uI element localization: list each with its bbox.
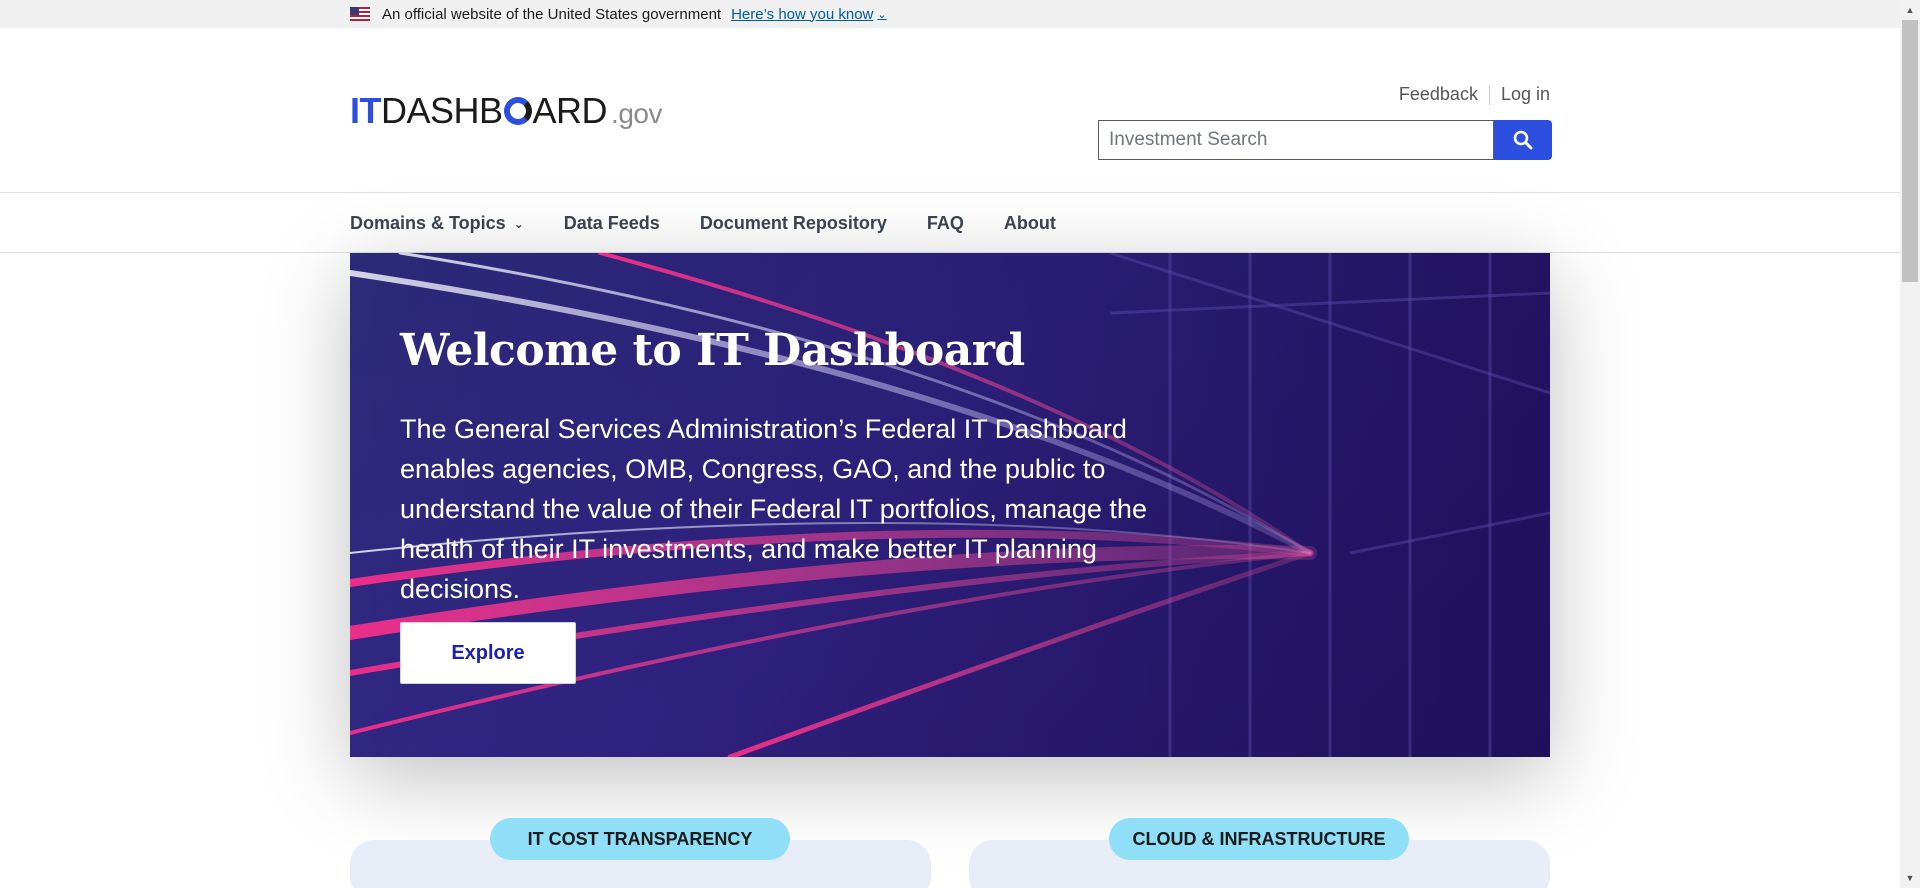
scroll-down-arrow-icon[interactable]: ▼ [1900,868,1920,888]
scroll-up-arrow-icon[interactable]: ▲ [1900,0,1920,20]
logo-it: IT [350,90,382,131]
primary-nav-items: Domains & Topics ⌄ Data Feeds Document R… [350,194,1096,253]
site-logo[interactable]: IT DASHB ARD .gov [350,90,662,132]
cloud-infrastructure-label[interactable]: CLOUD & INFRASTRUCTURE [1109,818,1409,860]
explore-button[interactable]: Explore [400,622,576,684]
nav-item-about[interactable]: About [1004,213,1056,234]
login-link[interactable]: Log in [1501,84,1550,105]
gov-banner-text: An official website of the United States… [382,5,722,23]
utility-links: Feedback Log in [1399,84,1550,105]
it-cost-transparency-label[interactable]: IT COST TRANSPARENCY [490,818,790,860]
gov-banner-content: An official website of the United States… [350,0,887,28]
page-scrollbar[interactable]: ▲ ▼ [1900,0,1920,888]
search-icon [1513,130,1533,150]
primary-nav: Domains & Topics ⌄ Data Feeds Document R… [0,194,1900,253]
hero-banner: Welcome to IT Dashboard The General Serv… [350,253,1550,757]
chevron-down-icon: ⌄ [513,216,524,231]
logo-ard: ARD [532,90,608,131]
site-header: IT DASHB ARD .gov Feedback Log in [0,28,1900,193]
nav-item-domains-topics[interactable]: Domains & Topics ⌄ [350,213,524,234]
chevron-down-icon: ⌄ [877,8,887,21]
nav-item-faq[interactable]: FAQ [927,213,964,234]
search-button[interactable] [1494,120,1552,160]
nav-item-document-repository[interactable]: Document Repository [700,213,887,234]
investment-search [1098,120,1552,160]
feedback-link[interactable]: Feedback [1399,84,1478,105]
hero-title: Welcome to IT Dashboard [400,325,1025,376]
hero-content: Welcome to IT Dashboard The General Serv… [400,325,1200,609]
scrollbar-thumb[interactable] [1902,20,1918,282]
logo-dashb: DASHB [381,90,503,131]
hero-description: The General Services Administration’s Fe… [400,414,1147,605]
nav-item-label: Domains & Topics [350,213,506,233]
nav-item-data-feeds[interactable]: Data Feeds [564,213,660,234]
logo-o-ring-icon [503,97,532,125]
us-flag-icon [350,7,370,21]
heres-how-you-know-link[interactable]: Here’s how you know ⌄ [731,6,887,23]
logo-gov: .gov [611,98,662,129]
heres-how-you-know-label: Here’s how you know [731,5,874,23]
investment-search-input[interactable] [1098,120,1494,160]
utility-divider [1488,84,1490,105]
gov-banner: An official website of the United States… [0,0,1900,28]
